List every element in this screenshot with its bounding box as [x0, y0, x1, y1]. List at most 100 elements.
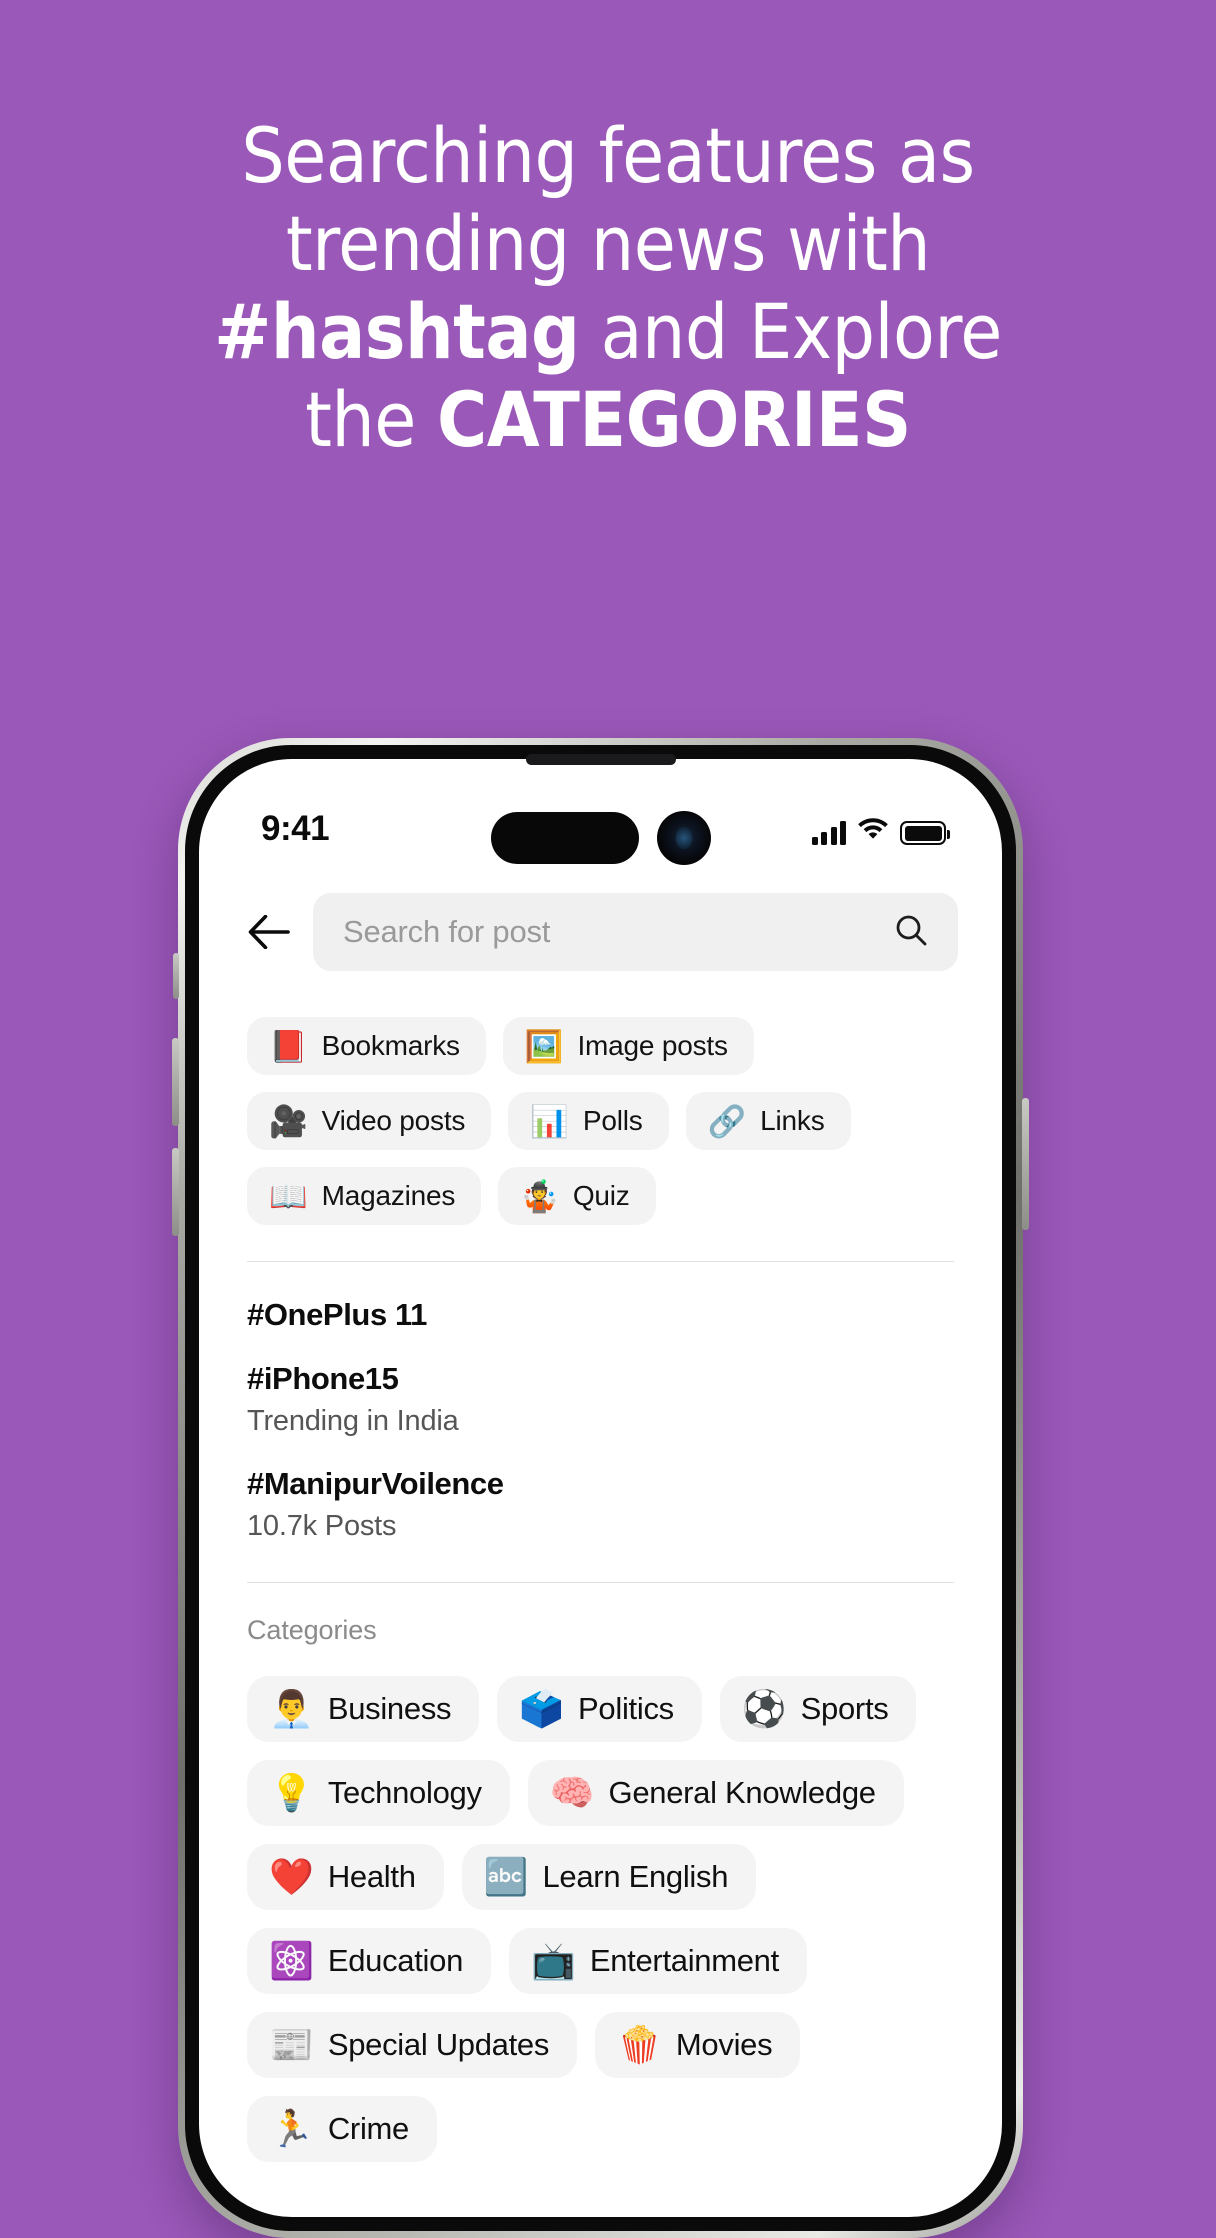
chip-label: Politics — [578, 1690, 674, 1726]
divider-top — [247, 1261, 954, 1262]
bookmarks-icon: 📕 — [269, 1028, 308, 1064]
health-chip[interactable]: ❤️ Health — [247, 1843, 444, 1910]
headline-categories: CATEGORIES — [437, 375, 911, 465]
entertainment-chip[interactable]: 📺 Entertainment — [509, 1927, 807, 1994]
politics-icon: 🗳️ — [519, 1687, 565, 1729]
search-placeholder: Search for post — [343, 914, 551, 949]
sports-icon: ⚽ — [741, 1687, 787, 1729]
phone-bezel: 9:41 Search for post 📕 Bookmarks 🖼️ Imag… — [185, 745, 1016, 2231]
chip-label: Sports — [800, 1690, 889, 1726]
trending-list: #OnePlus 11 #iPhone15 Trending in India #Ma… — [199, 1294, 1002, 1546]
categories-chip-row: 👨‍💼 Business 🗳️ Politics ⚽ Sports 💡 Technology 🧠… — [199, 1675, 1002, 2162]
special-updates-chip[interactable]: 📰 Special Updates — [247, 2011, 578, 2078]
trending-subtitle: Trending in India — [247, 1404, 459, 1437]
business-icon: 👨‍💼 — [269, 1687, 314, 1729]
chip-label: Video posts — [321, 1105, 466, 1136]
status-bar: 9:41 — [199, 759, 1002, 877]
signal-bars-icon — [811, 821, 846, 845]
chip-label: Quiz — [572, 1180, 630, 1211]
volume-up-button[interactable] — [172, 1038, 179, 1126]
headline-line-4-rest: the — [305, 375, 438, 465]
trending-item[interactable]: #iPhone15 Trending in India — [247, 1358, 954, 1441]
volume-down-button[interactable] — [172, 1148, 179, 1236]
chip-label: Business — [327, 1690, 452, 1726]
polls-chip[interactable]: 📊 Polls — [508, 1092, 669, 1150]
chip-label: Education — [327, 1942, 464, 1978]
politics-chip[interactable]: 🗳️ Politics — [497, 1675, 702, 1742]
links-chip[interactable]: 🔗 Links — [685, 1092, 851, 1150]
learn-english-chip[interactable]: 🔤 Learn English — [461, 1843, 757, 1910]
chip-label: Bookmarks — [321, 1030, 460, 1061]
chip-label: Magazines — [321, 1180, 456, 1211]
earpiece-speaker — [525, 754, 676, 765]
chip-label: Special Updates — [327, 2026, 550, 2062]
headline-line-3: #hashtag and Explore — [0, 288, 1216, 376]
headline-line-3-rest: and Explore — [579, 287, 1003, 377]
search-header: Search for post — [199, 877, 1002, 971]
magazines-icon: 📖 — [269, 1178, 308, 1214]
phone-screen: 9:41 Search for post 📕 Bookmarks 🖼️ Imag… — [199, 759, 1002, 2217]
mute-switch[interactable] — [173, 953, 179, 999]
polls-icon: 📊 — [530, 1103, 569, 1139]
technology-icon: 💡 — [269, 1771, 314, 1813]
filter-chip-row: 📕 Bookmarks 🖼️ Image posts 🎥 Video posts 📊 Poll… — [199, 1017, 1002, 1225]
headline-hashtag: #hashtag — [214, 287, 580, 377]
image-posts-icon: 🖼️ — [524, 1028, 564, 1064]
trending-item[interactable]: #OnePlus 11 — [247, 1294, 954, 1336]
crime-chip[interactable]: 🏃 Crime — [247, 2095, 437, 2162]
education-chip[interactable]: ⚛️ Education — [247, 1927, 492, 1994]
status-indicators — [811, 815, 950, 845]
front-camera-icon — [656, 811, 711, 865]
trending-tag: #iPhone15 — [247, 1360, 399, 1396]
status-time: 9:41 — [261, 809, 330, 848]
back-arrow-icon[interactable] — [247, 910, 291, 954]
promo-screenshot: Searching features as trending news with… — [0, 0, 1216, 2238]
headline-line-1: Searching features as — [241, 111, 975, 200]
chip-label: Health — [327, 1858, 416, 1894]
health-icon: ❤️ — [269, 1855, 314, 1897]
chip-label: Entertainment — [589, 1942, 779, 1978]
general-knowledge-chip[interactable]: 🧠 General Knowledge — [527, 1759, 904, 1826]
links-icon: 🔗 — [707, 1103, 747, 1139]
video-posts-icon: 🎥 — [269, 1103, 308, 1139]
image-posts-chip[interactable]: 🖼️ Image posts — [502, 1017, 754, 1075]
trending-tag: #OnePlus 11 — [247, 1297, 427, 1332]
dynamic-island-pill — [490, 812, 639, 864]
chip-label: Links — [760, 1105, 825, 1136]
categories-title: Categories — [247, 1614, 377, 1645]
video-posts-chip[interactable]: 🎥 Video posts — [247, 1092, 492, 1150]
movies-icon: 🍿 — [617, 2023, 662, 2065]
magazines-chip[interactable]: 📖 Magazines — [247, 1167, 482, 1225]
special-updates-icon: 📰 — [269, 2023, 314, 2065]
movies-chip[interactable]: 🍿 Movies — [595, 2011, 801, 2078]
power-button[interactable] — [1022, 1098, 1029, 1230]
education-icon: ⚛️ — [269, 1939, 314, 1981]
promo-headline: Searching features as trending news with… — [0, 111, 1216, 465]
search-icon[interactable] — [894, 913, 928, 952]
search-input[interactable]: Search for post — [313, 893, 958, 971]
entertainment-icon: 📺 — [531, 1939, 576, 1981]
quiz-chip[interactable]: 🤹 Quiz — [498, 1167, 656, 1225]
chip-label: General Knowledge — [608, 1774, 877, 1810]
crime-icon: 🏃 — [269, 2107, 314, 2149]
trending-subtitle: 10.7k Posts — [247, 1509, 397, 1542]
technology-chip[interactable]: 💡 Technology — [247, 1759, 510, 1826]
chip-label: Learn English — [542, 1858, 729, 1894]
business-chip[interactable]: 👨‍💼 Business — [247, 1675, 480, 1742]
learn-english-icon: 🔤 — [483, 1855, 529, 1897]
search-screen: Search for post 📕 Bookmarks 🖼️ Image posts 🎥… — [199, 877, 1002, 2162]
bookmarks-chip[interactable]: 📕 Bookmarks — [247, 1017, 486, 1075]
sports-chip[interactable]: ⚽ Sports — [719, 1675, 917, 1742]
phone-mockup: 9:41 Search for post 📕 Bookmarks 🖼️ Imag… — [172, 738, 1029, 2238]
dynamic-island[interactable] — [490, 811, 711, 865]
chip-label: Polls — [582, 1105, 643, 1136]
trending-tag: #ManipurVoilence — [247, 1465, 504, 1501]
general-knowledge-icon: 🧠 — [549, 1771, 595, 1813]
headline-line-4: the CATEGORIES — [0, 376, 1216, 464]
chip-label: Image posts — [577, 1030, 728, 1061]
battery-full-icon — [900, 821, 950, 845]
trending-item[interactable]: #ManipurVoilence 10.7k Posts — [247, 1463, 954, 1546]
headline-line-2: trending news with — [285, 199, 931, 289]
chip-label: Crime — [327, 2110, 409, 2146]
chip-label: Movies — [675, 2026, 773, 2062]
